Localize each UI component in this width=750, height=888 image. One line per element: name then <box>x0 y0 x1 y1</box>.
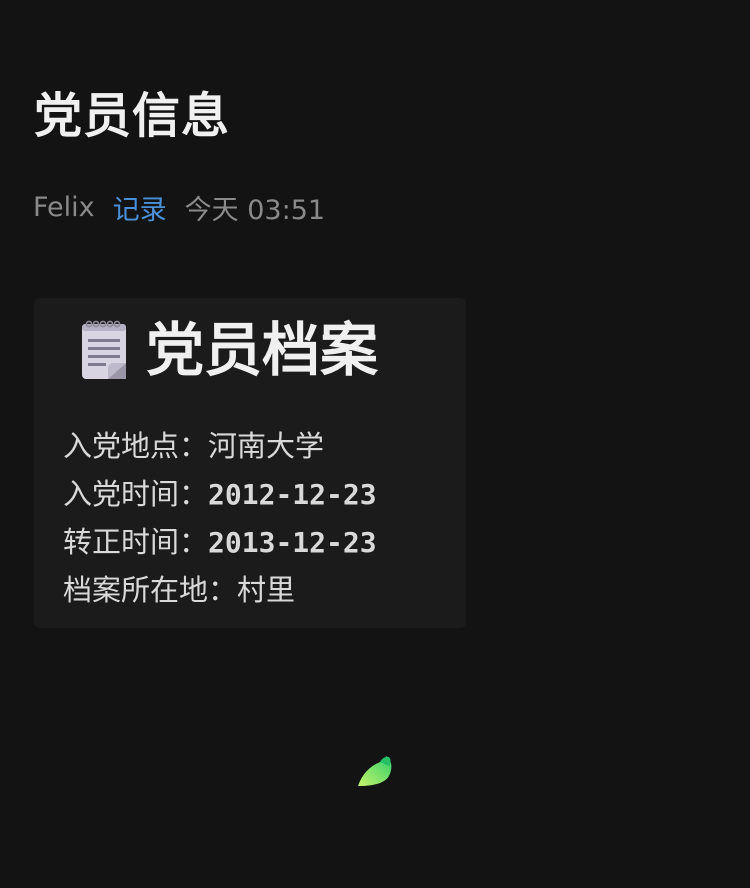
info-value: 村里 <box>237 573 296 607</box>
leaf-logo-icon <box>358 756 392 786</box>
notepad-icon <box>82 320 126 379</box>
profile-card: 党员档案 入党地点：河南大学 入党时间：2012-12-23 转正时间：2013… <box>34 298 466 628</box>
info-row-join-place: 入党地点：河南大学 <box>63 422 377 470</box>
info-row-regular-date: 转正时间：2013-12-23 <box>63 518 377 566</box>
post-meta: Felix 记录 今天 03:51 <box>33 188 326 227</box>
info-label: 入党时间： <box>63 477 209 511</box>
card-title: 党员档案 <box>146 316 379 384</box>
info-label: 转正时间： <box>63 525 209 559</box>
category-link[interactable]: 记录 <box>113 188 167 227</box>
author-name[interactable]: Felix <box>33 192 95 223</box>
card-header: 党员档案 <box>80 318 378 382</box>
info-value: 2012-12-23 <box>208 478 377 511</box>
info-list: 入党地点：河南大学 入党时间：2012-12-23 转正时间：2013-12-2… <box>63 422 377 614</box>
info-row-archive-location: 档案所在地：村里 <box>63 566 377 614</box>
post-time: 今天 03:51 <box>184 194 326 226</box>
info-value: 河南大学 <box>208 429 325 463</box>
page-title: 党员信息 <box>34 88 231 144</box>
info-label: 入党地点： <box>63 429 209 463</box>
info-label: 档案所在地： <box>63 573 238 607</box>
info-row-join-date: 入党时间：2012-12-23 <box>63 470 377 518</box>
info-value: 2013-12-23 <box>208 526 377 559</box>
